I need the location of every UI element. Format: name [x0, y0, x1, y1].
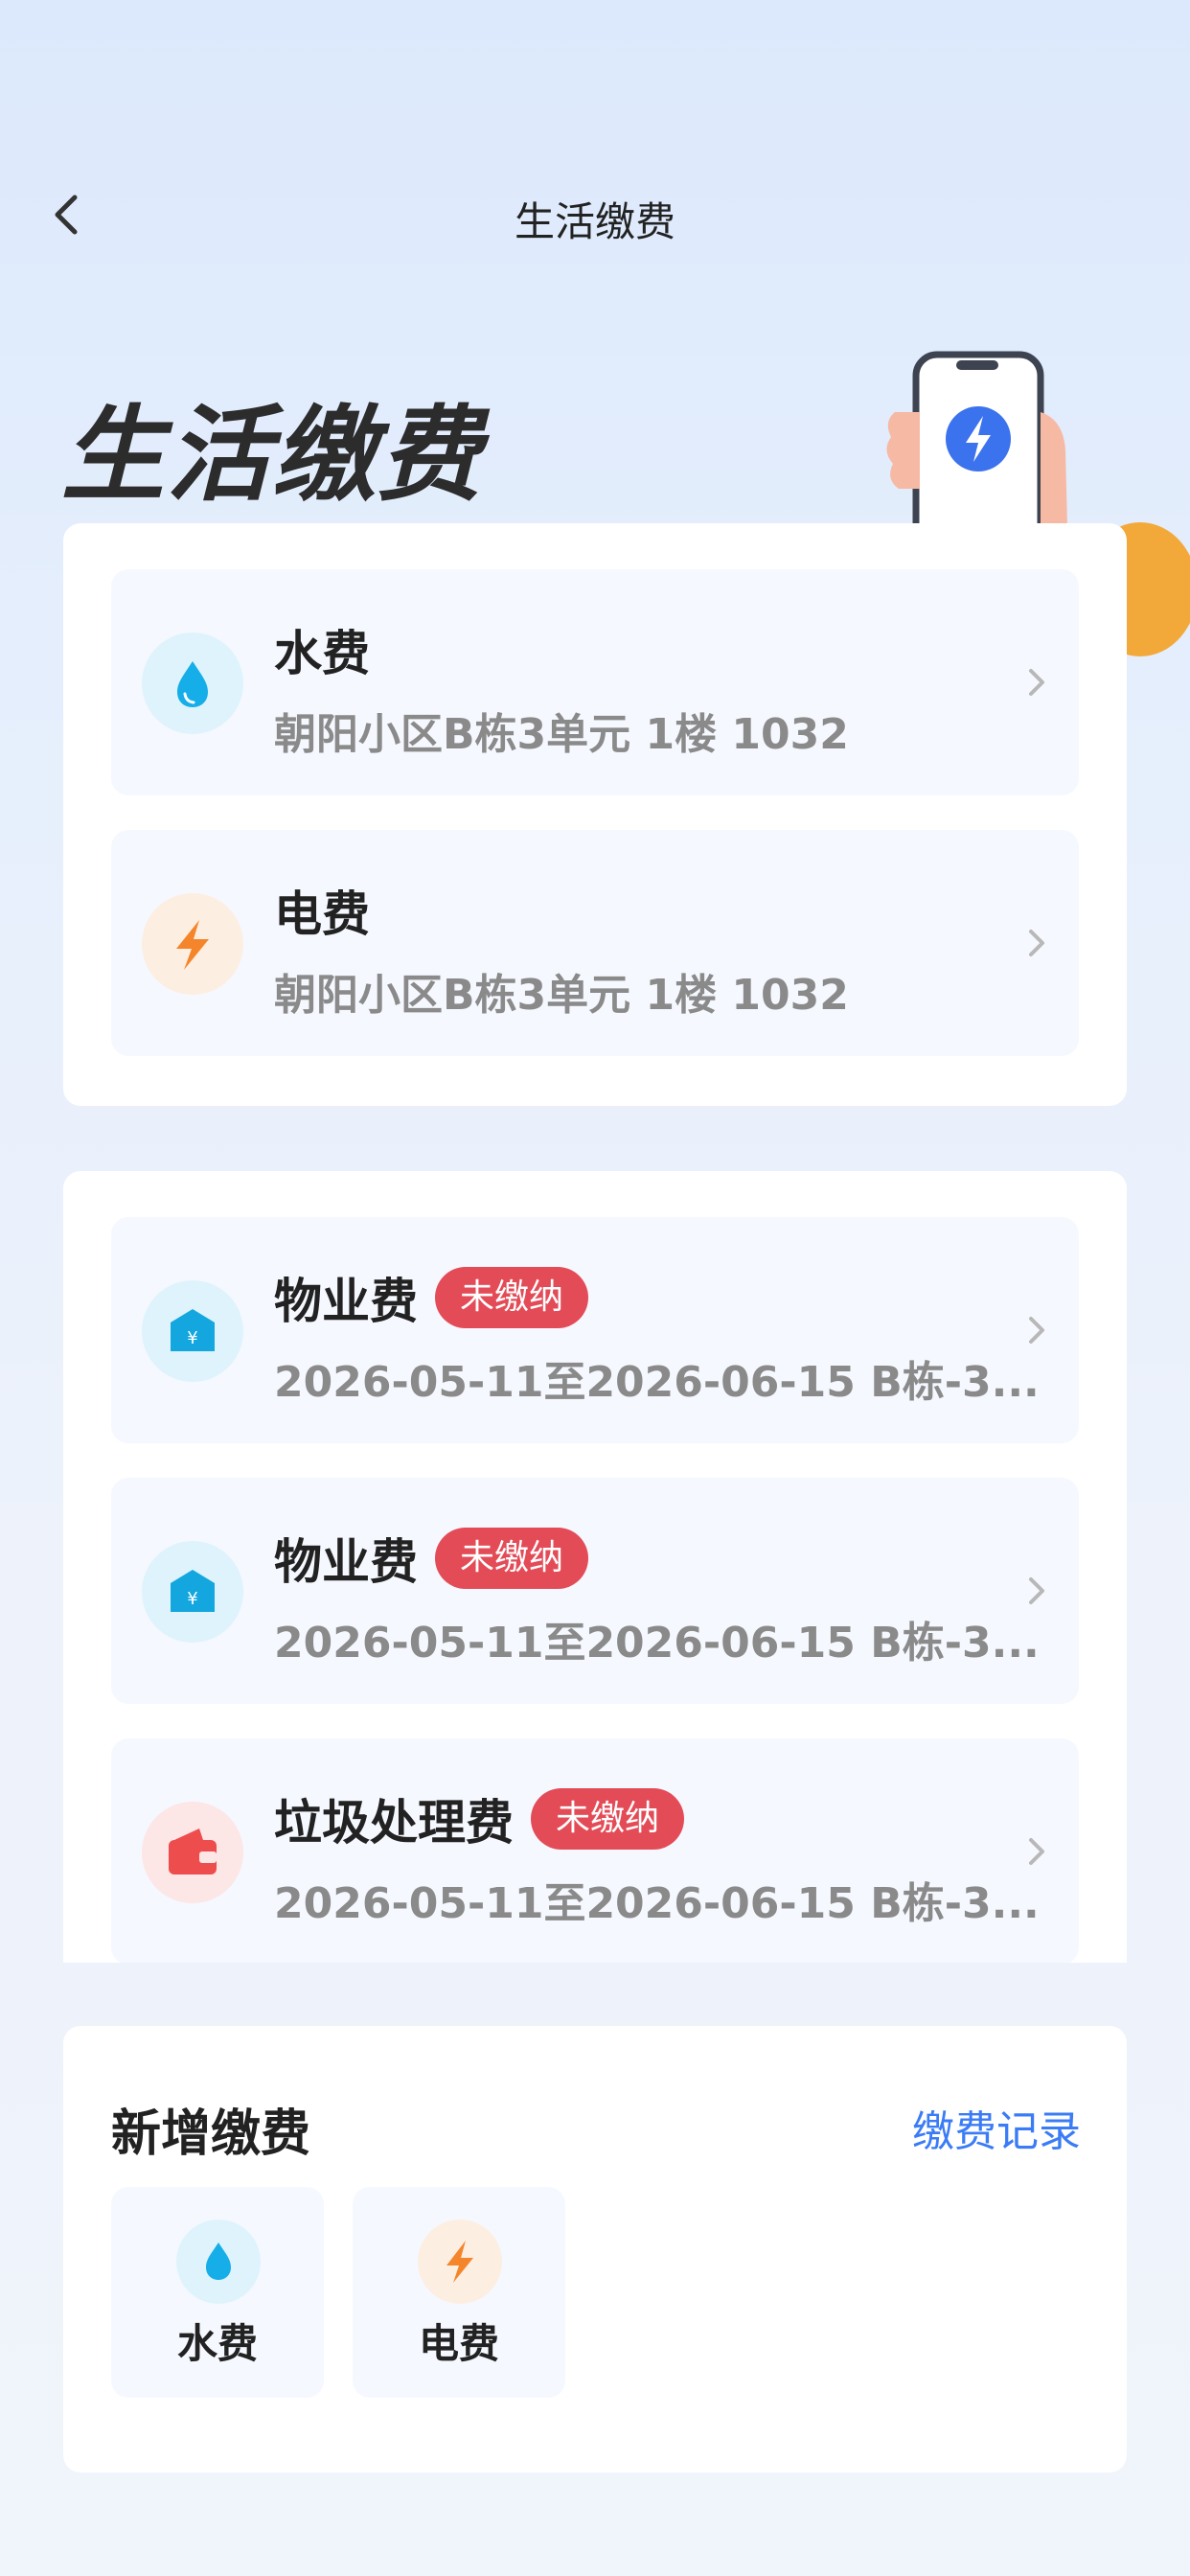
- lightning-icon: [418, 2220, 502, 2304]
- new-payment-title: 新增缴费: [111, 2105, 311, 2163]
- utility-address: 朝阳小区B栋3单元 1楼 1032: [274, 971, 849, 1020]
- status-badge: 未缴纳: [435, 1528, 589, 1589]
- chevron-right-icon: [1029, 1577, 1044, 1604]
- bill-detail: 2026-05-11至2026-06-15 B栋-3...: [274, 1879, 1040, 1928]
- bill-detail: 2026-05-11至2026-06-15 B栋-3...: [274, 1619, 1040, 1668]
- hero-title: 生活缴费: [61, 396, 484, 516]
- bill-row[interactable]: 垃圾处理费 未缴纳 2026-05-11至2026-06-15 B栋-3...: [111, 1738, 1079, 1963]
- water-drop-icon: [176, 2220, 261, 2304]
- tile-label: 电费: [418, 2320, 499, 2367]
- chevron-right-icon: [1029, 1317, 1044, 1344]
- property-house-icon: ¥: [142, 1280, 243, 1382]
- bill-name-line: 物业费 未缴纳: [274, 1263, 589, 1332]
- nav-title: 生活缴费: [514, 198, 675, 245]
- utility-row-water[interactable]: 水费 朝阳小区B栋3单元 1楼 1032: [111, 569, 1079, 795]
- tile-label: 水费: [176, 2320, 258, 2367]
- new-payment-electricity[interactable]: 电费: [353, 2187, 565, 2398]
- bill-name: 物业费: [274, 1534, 418, 1590]
- bill-name-line: 物业费 未缴纳: [274, 1524, 589, 1593]
- chevron-right-icon: [1029, 930, 1044, 956]
- utility-row-electricity[interactable]: 电费 朝阳小区B栋3单元 1楼 1032: [111, 830, 1079, 1056]
- lightning-icon: [142, 893, 243, 995]
- status-badge: 未缴纳: [435, 1267, 589, 1328]
- bill-row[interactable]: ¥ 物业费 未缴纳 2026-05-11至2026-06-15 B栋-3...: [111, 1478, 1079, 1704]
- bill-name: 物业费: [274, 1274, 418, 1329]
- utility-address: 朝阳小区B栋3单元 1楼 1032: [274, 710, 849, 759]
- bill-name-line: 垃圾处理费 未缴纳: [274, 1784, 685, 1853]
- wallet-icon: [142, 1802, 243, 1903]
- unpaid-bills-card: ¥ 物业费 未缴纳 2026-05-11至2026-06-15 B栋-3... …: [63, 1171, 1127, 1963]
- svg-text:¥: ¥: [187, 1589, 197, 1609]
- bill-name: 垃圾处理费: [274, 1795, 514, 1851]
- payment-history-link[interactable]: 缴费记录: [912, 2097, 1081, 2158]
- utility-name: 电费: [274, 886, 370, 942]
- svg-text:¥: ¥: [187, 1328, 197, 1348]
- bill-row[interactable]: ¥ 物业费 未缴纳 2026-05-11至2026-06-15 B栋-3...: [111, 1217, 1079, 1443]
- utility-accounts-card: 水费 朝阳小区B栋3单元 1楼 1032 电费 朝阳小区B栋3单元 1楼 103…: [63, 523, 1127, 1106]
- chevron-right-icon: [1029, 669, 1044, 696]
- new-payment-card: 新增缴费 缴费记录 水费 电费: [63, 2026, 1127, 2472]
- new-payment-water[interactable]: 水费: [111, 2187, 324, 2398]
- chevron-right-icon: [1029, 1838, 1044, 1865]
- status-badge: 未缴纳: [531, 1788, 685, 1850]
- property-house-icon: ¥: [142, 1541, 243, 1643]
- nav-bar: 生活缴费: [0, 172, 1190, 259]
- utility-name: 水费: [274, 626, 370, 681]
- bill-detail: 2026-05-11至2026-06-15 B栋-3...: [274, 1358, 1040, 1407]
- water-drop-icon: [142, 632, 243, 734]
